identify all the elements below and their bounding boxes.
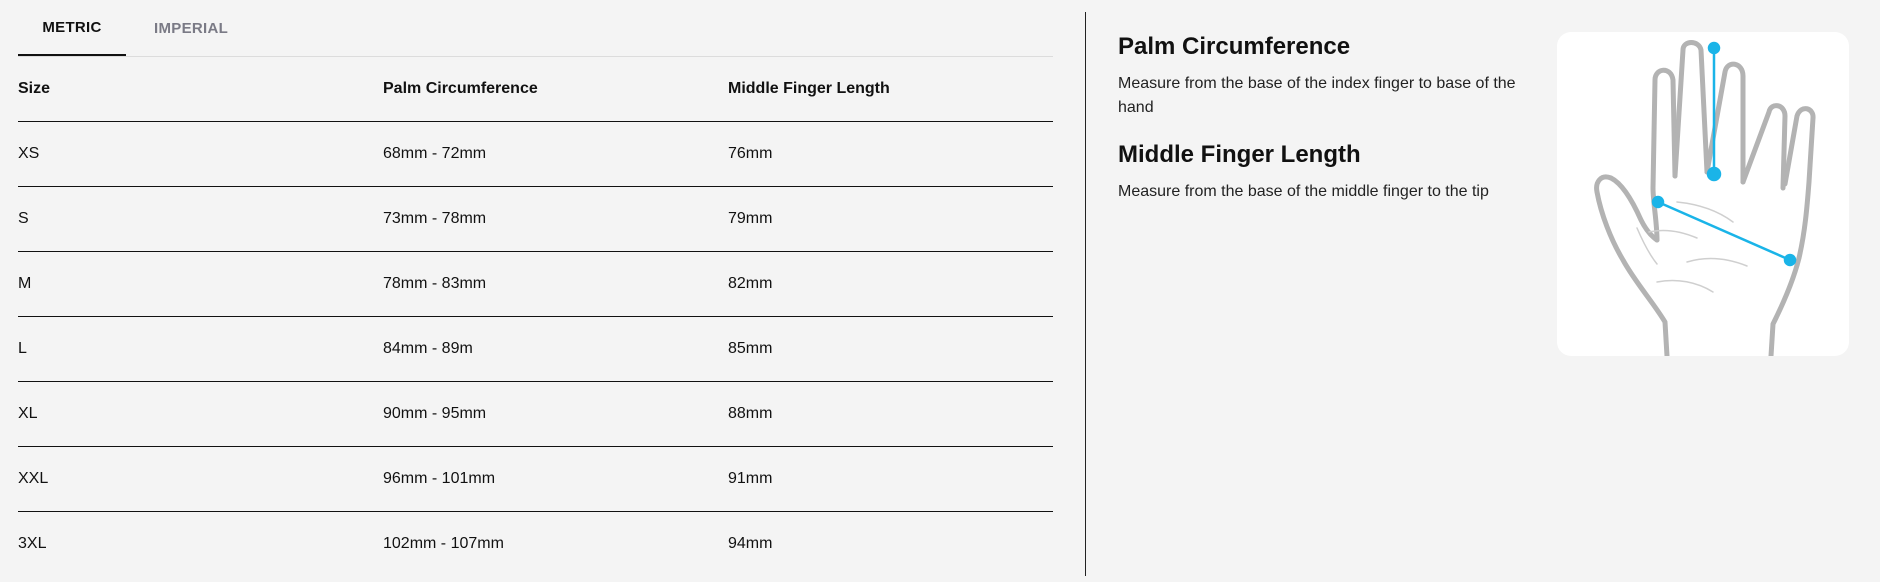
palm-cell: 68mm - 72mm <box>383 121 728 187</box>
size-table-panel: METRIC IMPERIAL Size Palm Circumference … <box>18 0 1053 576</box>
table-row: M 78mm - 83mm 82mm <box>18 251 1053 317</box>
finger-cell: 88mm <box>728 381 1053 447</box>
size-guide: METRIC IMPERIAL Size Palm Circumference … <box>0 0 1880 582</box>
tab-imperial[interactable]: IMPERIAL <box>126 0 256 56</box>
header-middle-finger-length: Middle Finger Length <box>728 57 1053 122</box>
finger-cell: 94mm <box>728 535 773 552</box>
table-row: XXL 96mm - 101mm 91mm <box>18 446 1053 512</box>
finger-cell: 85mm <box>728 316 1053 382</box>
header-size: Size <box>18 57 383 122</box>
table-row: XS 68mm - 72mm 76mm <box>18 121 1053 187</box>
size-cell: XXL <box>18 446 383 512</box>
finger-cell: 76mm <box>728 121 1053 187</box>
size-cell: M <box>18 251 383 317</box>
finger-cell: 91mm <box>728 446 1053 512</box>
header-palm-circumference: Palm Circumference <box>383 57 728 122</box>
palm-cell: 102mm - 107mm <box>383 535 504 552</box>
palm-cell: 90mm - 95mm <box>383 381 728 447</box>
size-cell: XS <box>18 121 383 187</box>
table-row: S 73mm - 78mm 79mm <box>18 186 1053 252</box>
palm-cell: 96mm - 101mm <box>383 446 728 512</box>
size-cell: 3XL <box>18 535 47 552</box>
size-cell: L <box>18 316 383 382</box>
table-header-row: Size Palm Circumference Middle Finger Le… <box>18 57 1053 122</box>
palm-cell: 78mm - 83mm <box>383 251 728 317</box>
middle-finger-length-title: Middle Finger Length <box>1118 141 1361 168</box>
finger-cell: 82mm <box>728 251 1053 317</box>
palm-circumference-text: Measure from the base of the index finge… <box>1118 75 1516 116</box>
middle-finger-length-text: Measure from the base of the middle fing… <box>1118 183 1489 200</box>
table-row: 3XL 102mm - 107mm 94mm <box>18 512 1053 577</box>
table-row: L 84mm - 89m 85mm <box>18 316 1053 382</box>
table-row: XL 90mm - 95mm 88mm <box>18 381 1053 447</box>
size-cell: XL <box>18 381 383 447</box>
unit-tabs: METRIC IMPERIAL <box>18 0 1053 57</box>
vertical-divider <box>1085 12 1086 576</box>
hand-measurement-icon <box>1594 40 1816 356</box>
palm-cell: 84mm - 89m <box>383 316 728 382</box>
palm-circumference-title: Palm Circumference <box>1118 33 1351 60</box>
size-table: Size Palm Circumference Middle Finger Le… <box>18 57 1053 576</box>
palm-cell: 73mm - 78mm <box>383 186 728 252</box>
measurement-instructions: Palm Circumference Measure from the base… <box>1118 32 1538 224</box>
hand-diagram-card <box>1557 32 1849 356</box>
tab-metric[interactable]: METRIC <box>18 0 126 56</box>
finger-cell: 79mm <box>728 186 1053 252</box>
size-cell: S <box>18 186 383 252</box>
